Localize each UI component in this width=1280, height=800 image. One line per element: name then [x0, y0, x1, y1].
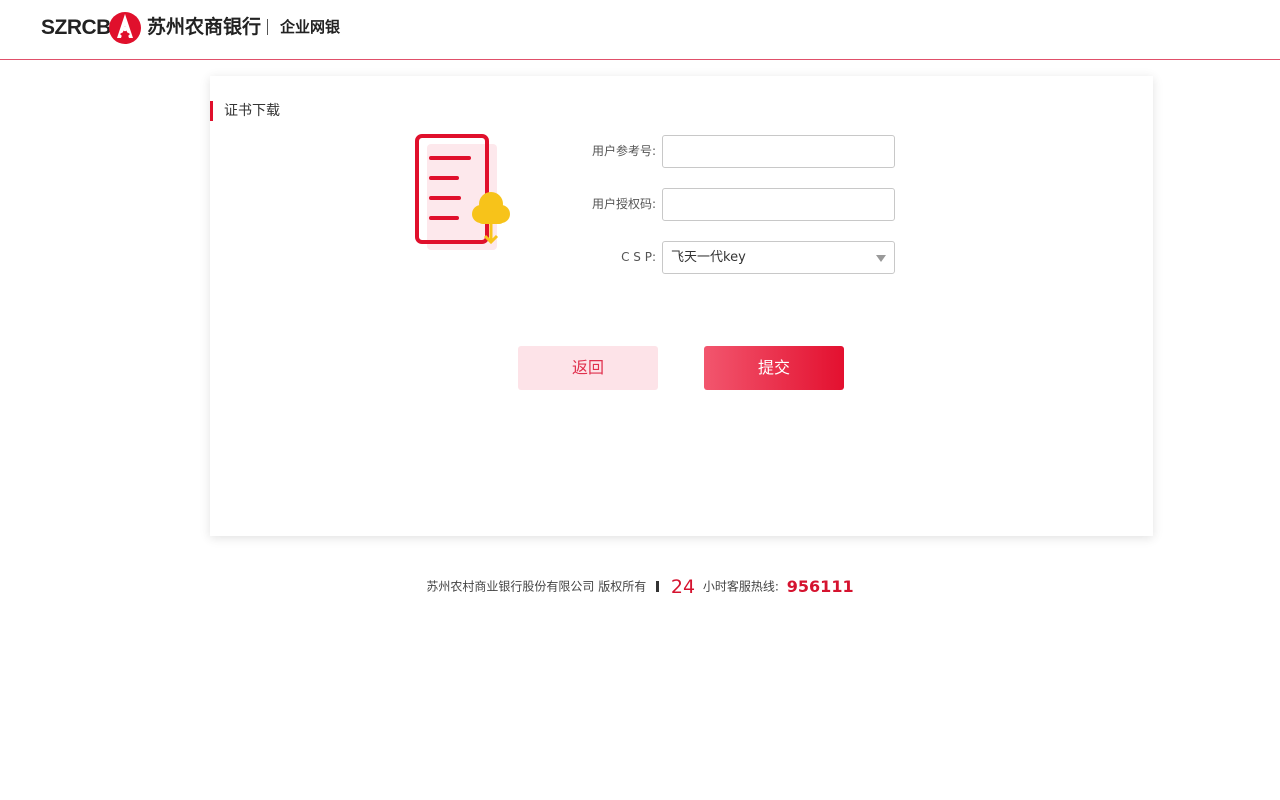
- auth-code-input[interactable]: [662, 188, 895, 221]
- csp-selected-value: 飞天一代key: [671, 250, 746, 265]
- header-subtitle: 企业网银: [280, 18, 341, 36]
- user-ref-label: 用户参考号:: [591, 144, 656, 158]
- chevron-down-icon: [876, 255, 886, 262]
- logo-text-cn: 苏州农商银行: [147, 16, 262, 38]
- footer-hours: 24: [670, 575, 696, 598]
- footer-copyright: 苏州农村商业银行股份有限公司 版权所有: [426, 579, 647, 594]
- footer-hotline-label: 小时客服热线:: [702, 579, 779, 594]
- bank-logo-icon: [109, 12, 141, 44]
- auth-code-label: 用户授权码:: [591, 197, 656, 211]
- submit-button[interactable]: 提交: [704, 346, 844, 390]
- user-ref-input[interactable]: [662, 135, 895, 168]
- back-button[interactable]: 返回: [518, 346, 658, 390]
- footer-divider: [656, 581, 660, 592]
- certificate-download-card: 证书下载 用户参考号: 用户授权码: C S P: 飞天一代key 返回 提交: [210, 76, 1153, 536]
- footer-hotline-number: 956111: [786, 576, 854, 596]
- section-title: 证书下载: [210, 101, 280, 121]
- csp-label: C S P:: [621, 250, 656, 264]
- top-header: SZRCB 苏州农商银行 企业网银: [0, 0, 1280, 60]
- header-divider: [267, 19, 268, 35]
- logo-text-en: SZRCB: [41, 16, 111, 39]
- footer: 苏州农村商业银行股份有限公司 版权所有 24 小时客服热线: 956111: [0, 572, 1280, 600]
- certificate-download-icon: [415, 134, 510, 250]
- csp-select[interactable]: 飞天一代key: [662, 241, 895, 274]
